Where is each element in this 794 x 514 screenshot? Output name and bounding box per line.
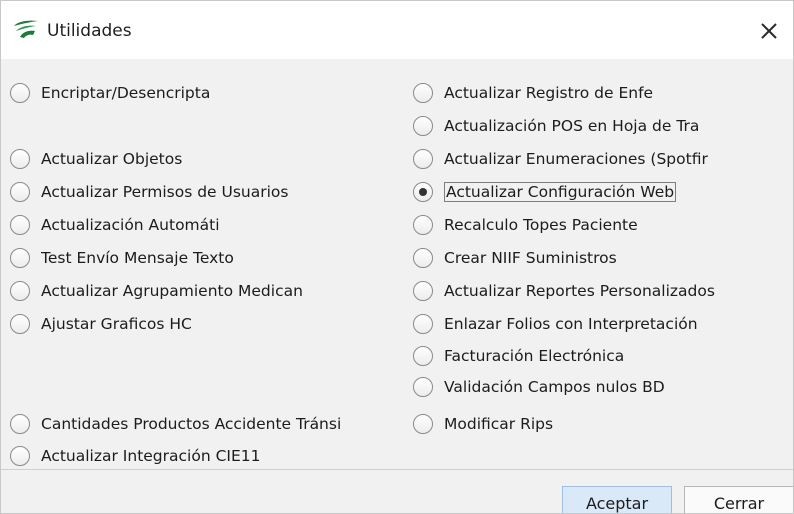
cancel-button[interactable]: Cerrar	[684, 486, 793, 513]
option-actualizar-registro-enfe[interactable]: Actualizar Registro de Enfe	[413, 80, 683, 106]
option-modificar-rips[interactable]: Modificar Rips	[413, 411, 787, 437]
close-icon[interactable]	[753, 15, 785, 47]
radio-button[interactable]	[413, 281, 433, 301]
radio-button[interactable]	[10, 182, 30, 202]
option-label: Ajustar Graficos HC	[41, 315, 192, 333]
app-logo-icon	[14, 20, 38, 38]
radio-button[interactable]	[10, 281, 30, 301]
radio-button[interactable]	[10, 83, 30, 103]
radio-button[interactable]	[413, 116, 433, 136]
option-encriptar-desencriptar[interactable]: Encriptar/Desencripta	[10, 80, 225, 106]
option-actualizar-integracion-cie11[interactable]: Actualizar Integración CIE11	[10, 443, 390, 469]
radio-button[interactable]	[413, 215, 433, 235]
option-test-envio-mensaje[interactable]: Test Envío Mensaje Texto	[10, 245, 390, 271]
option-actualizar-objetos[interactable]: Actualizar Objetos	[10, 146, 390, 172]
option-label: Actualizar Objetos	[41, 150, 183, 168]
radio-button[interactable]	[10, 149, 30, 169]
option-actualizacion-automatica[interactable]: Actualización Automáti	[10, 212, 238, 238]
radio-button[interactable]	[413, 83, 433, 103]
radio-button[interactable]	[413, 248, 433, 268]
option-actualizar-agrupamiento[interactable]: Actualizar Agrupamiento Medican	[10, 278, 332, 304]
option-label: Crear NIIF Suministros	[444, 249, 617, 267]
option-recalculo-topes-paciente[interactable]: Recalculo Topes Paciente	[413, 212, 787, 238]
option-actualizar-reportes-personalizados[interactable]: Actualizar Reportes Personalizados	[413, 278, 791, 304]
option-actualizar-permisos-usuarios[interactable]: Actualizar Permisos de Usuarios	[10, 179, 390, 205]
window-title: Utilidades	[47, 21, 132, 41]
option-cantidades-productos[interactable]: Cantidades Productos Accidente Tránsi	[10, 411, 378, 437]
radio-dot-icon	[419, 188, 427, 196]
option-label: Actualizar Agrupamiento Medican	[41, 282, 303, 300]
utilidades-dialog: Utilidades Encriptar/Desencripta Actuali…	[0, 0, 794, 514]
radio-button[interactable]	[413, 149, 433, 169]
option-actualizar-configuracion-web[interactable]: Actualizar Configuración Web	[413, 179, 787, 205]
option-label: Enlazar Folios con Interpretación	[444, 315, 698, 333]
title-bar: Utilidades	[1, 1, 793, 59]
option-enlazar-folios[interactable]: Enlazar Folios con Interpretación	[413, 311, 791, 337]
option-label: Recalculo Topes Paciente	[444, 216, 638, 234]
radio-button[interactable]	[10, 446, 30, 466]
button-bar: Aceptar Cerrar	[1, 469, 793, 513]
option-label: Actualizar Registro de Enfe	[444, 84, 654, 102]
option-label: Actualizar Configuración Web	[444, 182, 677, 202]
option-ajustar-graficos-hc[interactable]: Ajustar Graficos HC	[10, 311, 390, 337]
radio-button-selected[interactable]	[413, 182, 433, 202]
option-facturacion-electronica[interactable]: Facturación Electrónica	[413, 343, 787, 369]
radio-button[interactable]	[10, 215, 30, 235]
option-label: Actualizar Permisos de Usuarios	[41, 183, 289, 201]
radio-button[interactable]	[413, 346, 433, 366]
option-label: Modificar Rips	[444, 415, 554, 433]
accept-button[interactable]: Aceptar	[562, 486, 672, 513]
option-label: Facturación Electrónica	[444, 347, 625, 365]
option-label: Test Envío Mensaje Texto	[41, 249, 234, 267]
option-actualizar-enumeraciones[interactable]: Actualizar Enumeraciones (Spotfir	[413, 146, 736, 172]
option-label: Actualizar Enumeraciones (Spotfir	[444, 150, 708, 168]
option-label: Encriptar/Desencripta	[41, 84, 211, 102]
option-label: Validación Campos nulos BD	[444, 378, 665, 396]
radio-button[interactable]	[413, 314, 433, 334]
option-label: Actualización Automáti	[41, 216, 220, 234]
option-label: Cantidades Productos Accidente Tránsi	[41, 415, 342, 433]
option-actualizacion-pos-hoja[interactable]: Actualización POS en Hoja de Tra	[413, 113, 733, 139]
radio-button[interactable]	[413, 414, 433, 434]
option-label: Actualizar Integración CIE11	[41, 447, 261, 465]
radio-button[interactable]	[10, 414, 30, 434]
radio-button[interactable]	[10, 248, 30, 268]
option-label: Actualizar Reportes Personalizados	[444, 282, 715, 300]
option-label: Actualización POS en Hoja de Tra	[444, 117, 700, 135]
option-validacion-campos-nulos[interactable]: Validación Campos nulos BD	[413, 374, 787, 400]
options-panel: Encriptar/Desencripta Actualizar Objetos…	[1, 59, 793, 469]
radio-button[interactable]	[413, 377, 433, 397]
radio-button[interactable]	[10, 314, 30, 334]
option-crear-niif-suministros[interactable]: Crear NIIF Suministros	[413, 245, 787, 271]
